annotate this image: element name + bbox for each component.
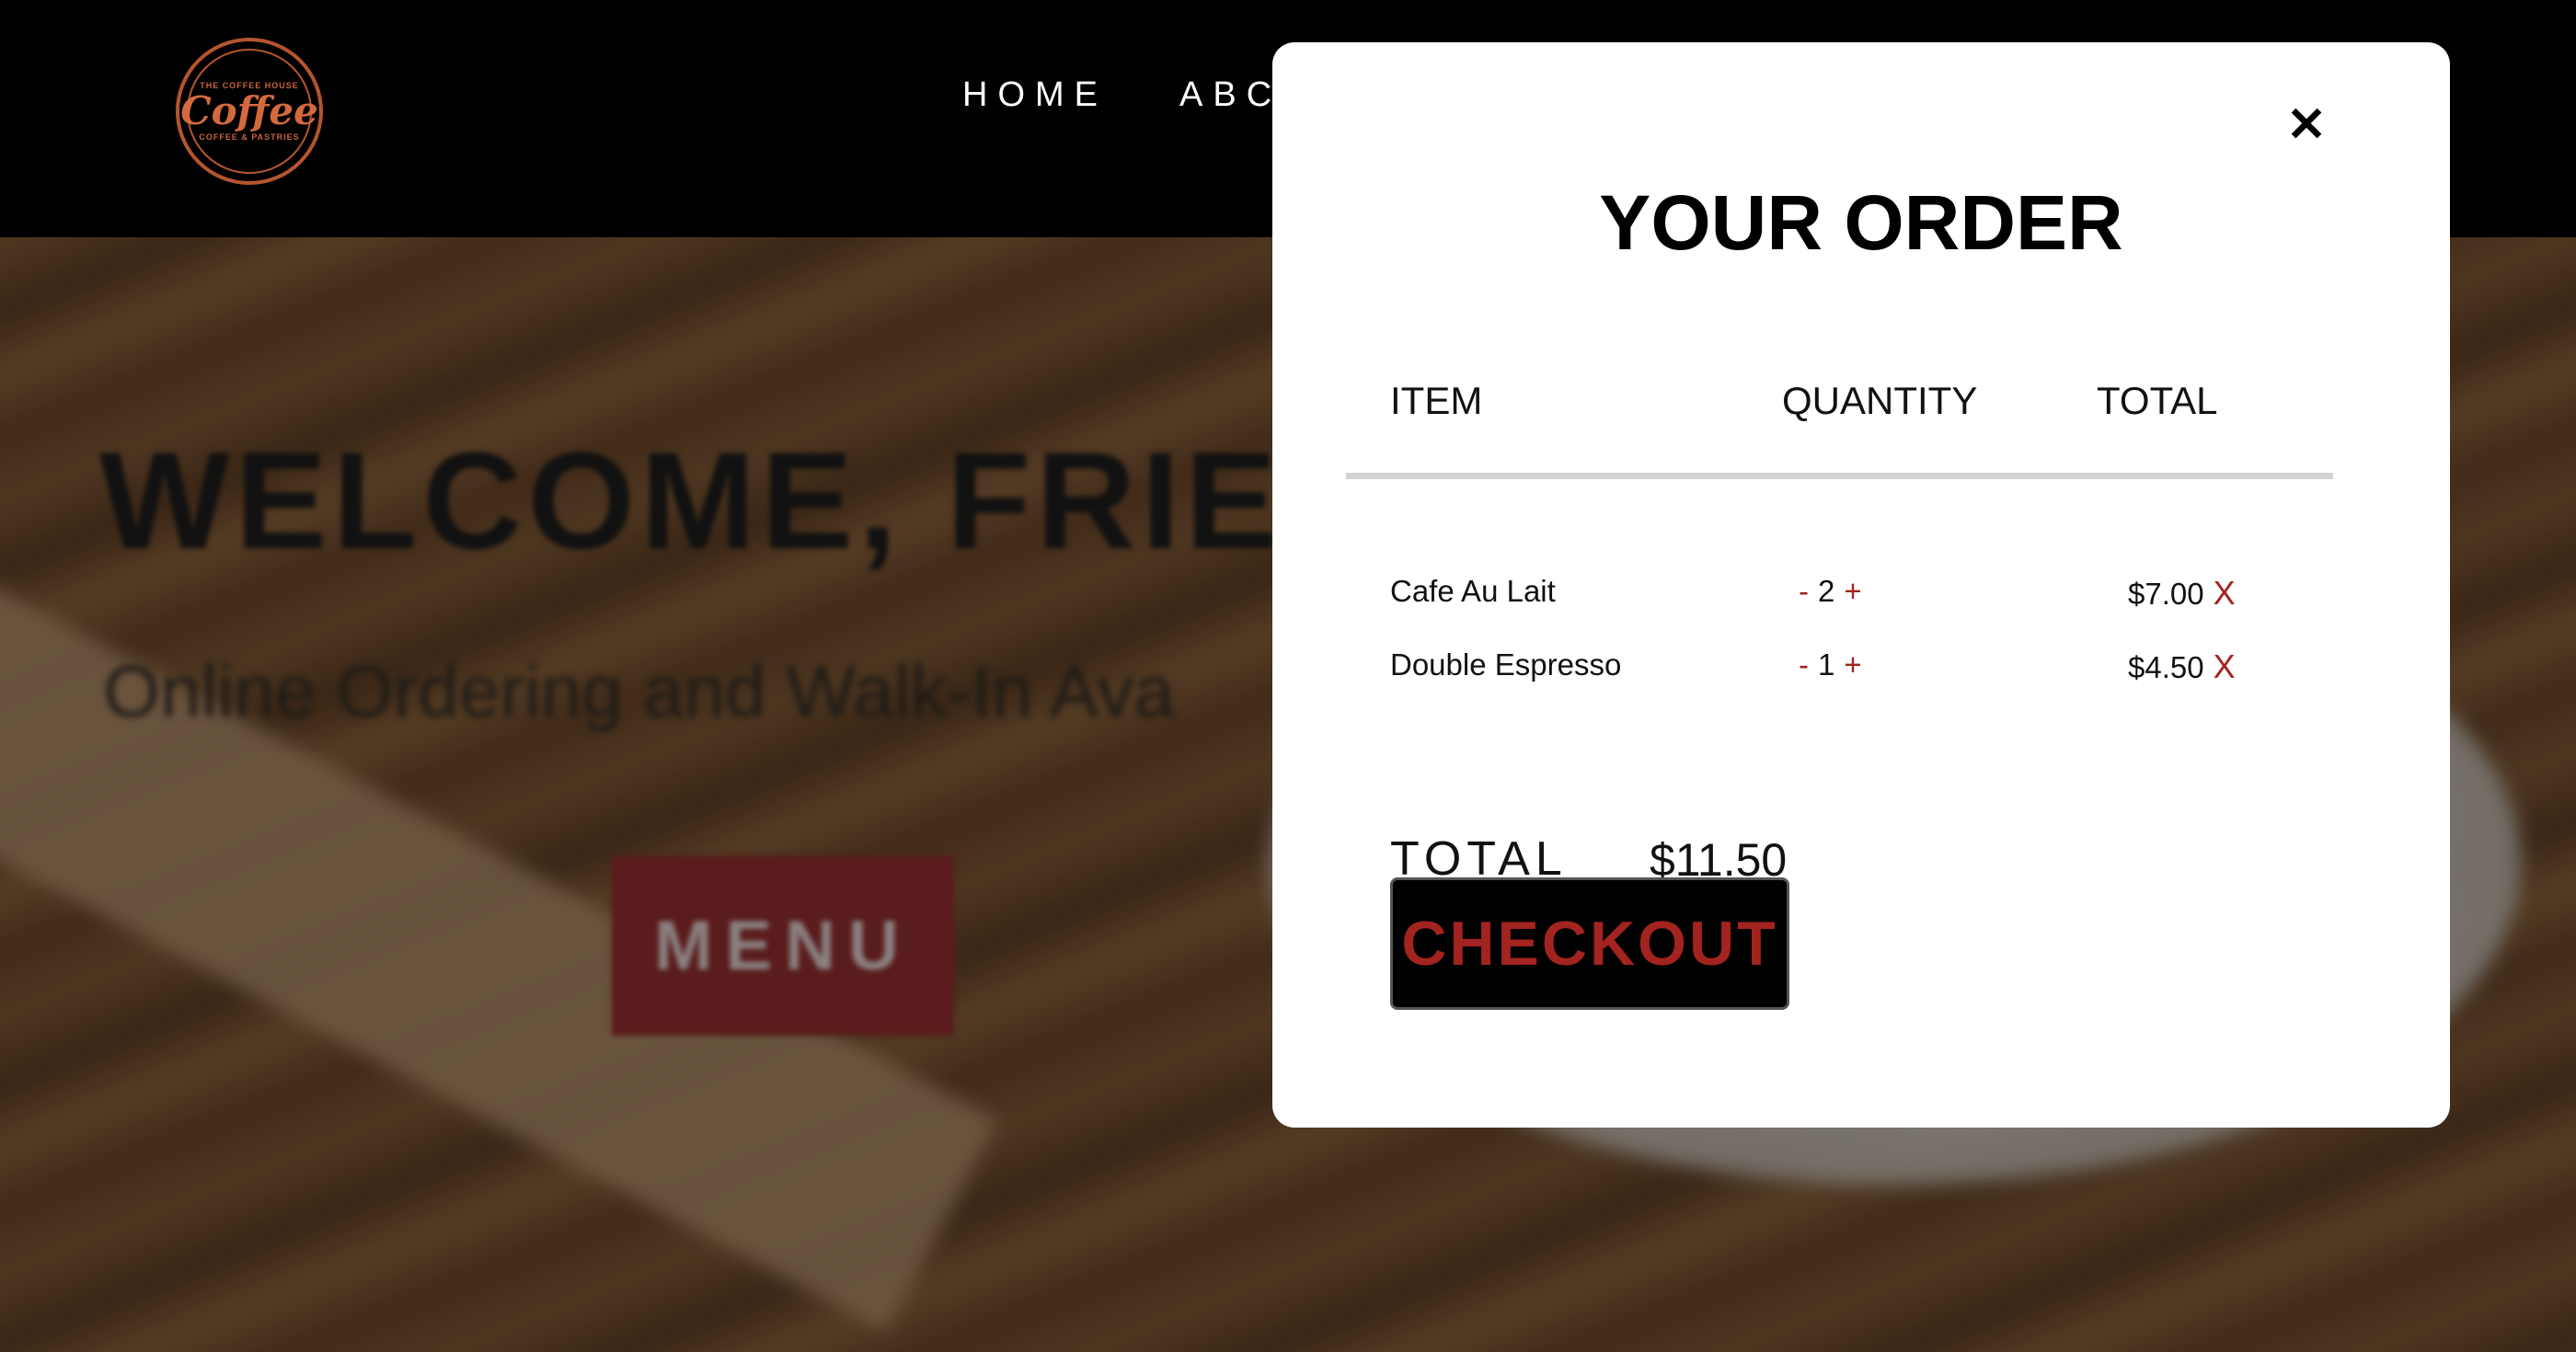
remove-item-button[interactable]: X	[2214, 647, 2236, 686]
item-name: Double Espresso	[1390, 647, 1622, 682]
quantity-value: 1	[1818, 647, 1835, 682]
increase-quantity-button[interactable]: +	[1844, 574, 1861, 609]
decrease-quantity-button[interactable]: -	[1799, 647, 1809, 682]
decrease-quantity-button[interactable]: -	[1799, 574, 1809, 609]
hero-title: WELCOME, FRIEN	[99, 423, 1388, 578]
column-header-quantity: QUANTITY	[1782, 379, 1978, 422]
quantity-stepper: - 2 +	[1799, 574, 1862, 609]
quantity-stepper: - 1 +	[1799, 647, 1862, 682]
logo-arc-bottom-text: COFFEE & PASTRIES	[199, 132, 300, 142]
nav-links: HOME ABC	[962, 75, 1282, 115]
hero-subtitle: Online Ordering and Walk-In Ava	[103, 650, 1176, 732]
order-row: Cafe Au Lait - 2 + $7.00 X	[1272, 574, 2450, 620]
item-price: $4.50	[2128, 650, 2204, 684]
close-icon[interactable]: ✕	[2277, 96, 2336, 155]
quantity-value: 2	[1818, 574, 1835, 608]
logo-wordmark: Coffee	[180, 88, 318, 133]
column-header-item: ITEM	[1390, 379, 1483, 422]
increase-quantity-button[interactable]: +	[1844, 647, 1861, 682]
item-total: $4.50 X	[2128, 647, 2450, 686]
order-row: Double Espresso - 1 + $4.50 X	[1272, 647, 2450, 693]
page: WELCOME, FRIEN Online Ordering and Walk-…	[0, 0, 2576, 1352]
menu-button[interactable]: MENU	[612, 855, 954, 1036]
modal-title: YOUR ORDER	[1599, 179, 2123, 266]
item-price: $7.00	[2128, 577, 2204, 611]
checkout-button[interactable]: CHECKOUT	[1390, 877, 1789, 1010]
coffee-logo[interactable]: THE COFFEE HOUSE Coffee COFFEE & PASTRIE…	[176, 38, 323, 185]
item-total: $7.00 X	[2128, 574, 2450, 613]
order-modal: ✕ YOUR ORDER ITEM QUANTITY TOTAL Cafe Au…	[1272, 42, 2450, 1128]
header-divider	[1346, 473, 2333, 479]
nav-link-about[interactable]: ABC	[1179, 75, 1282, 115]
remove-item-button[interactable]: X	[2214, 574, 2236, 613]
column-header-total: TOTAL	[2097, 379, 2218, 422]
nav-link-home[interactable]: HOME	[962, 75, 1108, 115]
item-name: Cafe Au Lait	[1390, 574, 1556, 608]
